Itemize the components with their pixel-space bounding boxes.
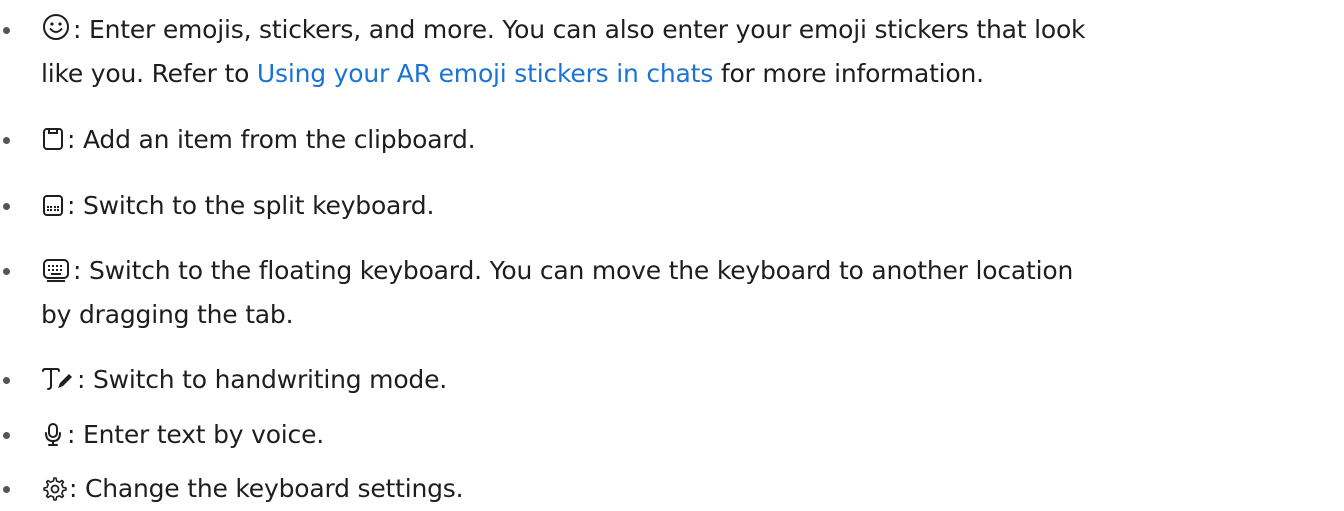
list-item-text-continued: like you. Refer to Using your AR emoji s… [41, 52, 1341, 96]
list-item-settings: : Change the keyboard settings. [0, 467, 1344, 511]
handwriting-icon [41, 366, 75, 392]
clipboard-description: : Add an item from the clipboard. [67, 125, 476, 154]
list-item-text: : Change the keyboard settings. [41, 467, 1341, 511]
list-item-text: : Switch to the floating keyboard. You c… [41, 249, 1341, 293]
list-item-handwriting: : Switch to handwriting mode. [0, 358, 1344, 402]
split-keyboard-description: : Switch to the split keyboard. [67, 191, 435, 220]
bullet [3, 203, 10, 210]
settings-description: : Change the keyboard settings. [69, 474, 464, 503]
bullet [3, 137, 10, 144]
list-item-clipboard: : Add an item from the clipboard. [0, 118, 1344, 162]
split-keyboard-icon [41, 192, 65, 218]
list-item-voice: : Enter text by voice. [0, 413, 1344, 457]
list-item-text: : Enter text by voice. [41, 413, 1341, 457]
bullet [3, 377, 10, 384]
bullet [3, 27, 10, 34]
settings-gear-icon [41, 475, 67, 501]
clipboard-icon [41, 126, 65, 152]
floating-keyboard-description-continued: by dragging the tab. [41, 300, 294, 329]
voice-description: : Enter text by voice. [67, 420, 325, 449]
list-item-emoji: : Enter emojis, stickers, and more. You … [0, 8, 1344, 96]
list-item-text-continued: by dragging the tab. [41, 293, 1341, 337]
list-item-text: : Add an item from the clipboard. [41, 118, 1341, 162]
bullet [3, 432, 10, 439]
emoji-description: : Enter emojis, stickers, and more. You … [73, 15, 1086, 44]
emoji-description-continued: like you. Refer to [41, 59, 257, 88]
handwriting-description: : Switch to handwriting mode. [77, 365, 448, 394]
bullet [3, 486, 10, 493]
list-item-split-keyboard: : Switch to the split keyboard. [0, 184, 1344, 228]
emoji-icon [41, 12, 71, 42]
floating-keyboard-description: : Switch to the floating keyboard. You c… [73, 256, 1074, 285]
floating-keyboard-icon [41, 257, 71, 283]
bullet [3, 268, 10, 275]
emoji-description-end: for more information. [713, 59, 984, 88]
list-item-floating-keyboard: : Switch to the floating keyboard. You c… [0, 249, 1344, 337]
list-item-text: : Switch to handwriting mode. [41, 358, 1341, 402]
list-item-text: : Switch to the split keyboard. [41, 184, 1341, 228]
document-page: : Enter emojis, stickers, and more. You … [0, 0, 1344, 503]
ar-emoji-stickers-link[interactable]: Using your AR emoji stickers in chats [257, 59, 713, 88]
microphone-icon [41, 421, 65, 447]
list-item-text: : Enter emojis, stickers, and more. You … [41, 8, 1341, 52]
